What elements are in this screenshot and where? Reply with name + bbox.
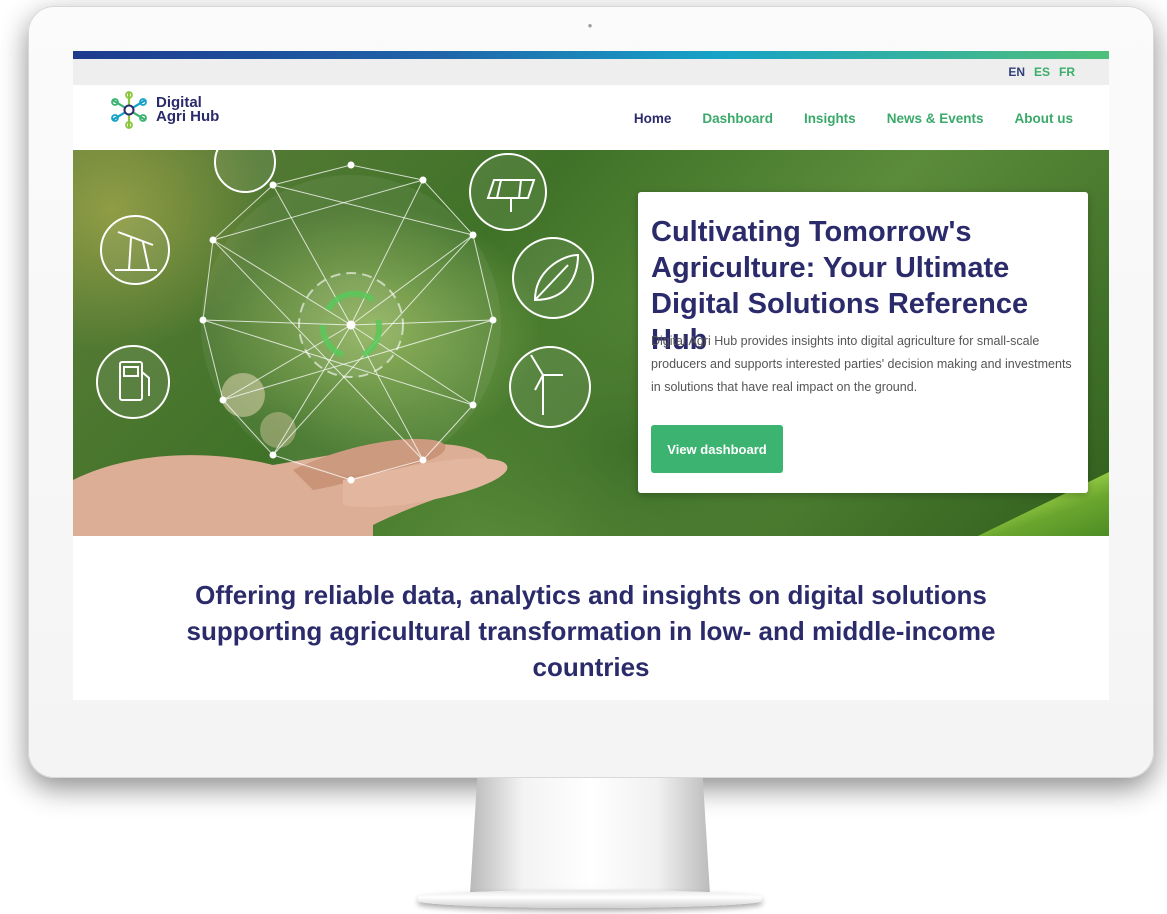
- nav-dashboard[interactable]: Dashboard: [702, 111, 773, 126]
- logo-snowflake-icon: [111, 91, 147, 129]
- top-color-stripe: [73, 51, 1109, 59]
- site-logo[interactable]: Digital Agri Hub: [108, 89, 219, 131]
- tagline-heading: Offering reliable data, analytics and in…: [186, 580, 996, 682]
- logo-text: Digital Agri Hub: [156, 95, 220, 125]
- site-header: Digital Agri Hub Home Dashboard Insights…: [73, 85, 1109, 150]
- hero-banner: Cultivating Tomorrow's Agriculture: Your…: [73, 150, 1109, 536]
- main-nav: Home Dashboard Insights News & Events Ab…: [634, 111, 1073, 126]
- lang-es[interactable]: ES: [1034, 65, 1050, 79]
- hero-card: Cultivating Tomorrow's Agriculture: Your…: [638, 192, 1088, 493]
- language-switcher: EN ES FR: [1008, 65, 1075, 79]
- nav-about-us[interactable]: About us: [1015, 111, 1074, 126]
- nav-home[interactable]: Home: [634, 111, 672, 126]
- nav-insights[interactable]: Insights: [804, 111, 856, 126]
- website-screen: EN ES FR Digital Agri Hub Home Dashboard…: [73, 51, 1109, 700]
- view-dashboard-button[interactable]: View dashboard: [651, 425, 783, 473]
- logo-line-2: Agri Hub: [156, 108, 220, 125]
- recycle-icon: [298, 272, 404, 378]
- nav-news-events[interactable]: News & Events: [887, 111, 984, 126]
- webcam-icon: ●: [587, 21, 593, 30]
- hero-illustration: [73, 150, 594, 536]
- monitor-stand: [470, 778, 710, 894]
- monitor-stand-base: [418, 890, 762, 908]
- lang-fr[interactable]: FR: [1059, 65, 1075, 79]
- hero-description: Digital Agri Hub provides insights into …: [651, 334, 1072, 394]
- lang-en[interactable]: EN: [1008, 65, 1025, 79]
- language-bar: EN ES FR: [73, 59, 1109, 85]
